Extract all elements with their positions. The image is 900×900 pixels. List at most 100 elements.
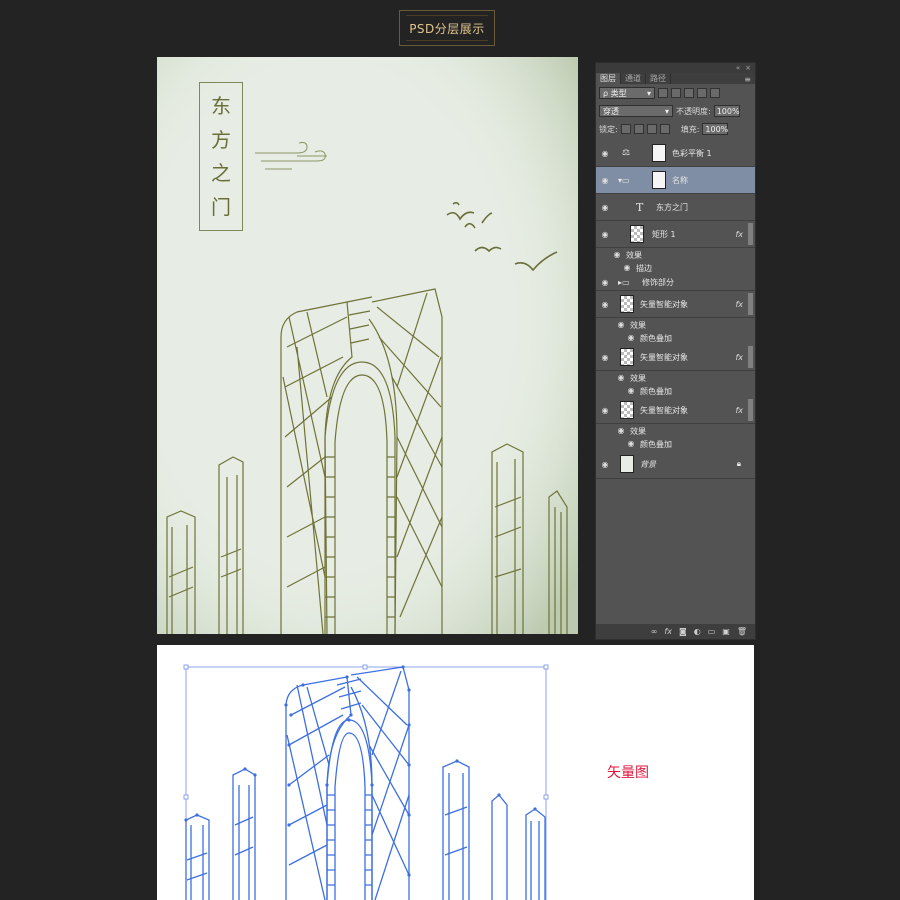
- pixel-filter-icon[interactable]: [658, 88, 668, 98]
- panel-tabs: 图层 通道 路径 ≡: [596, 73, 755, 84]
- layer-group-decor[interactable]: ◉ ▸▭ 修饰部分: [596, 274, 755, 291]
- close-icon[interactable]: ×: [745, 64, 751, 72]
- collapse-icon[interactable]: «: [736, 64, 740, 72]
- lock-transparent-icon[interactable]: [620, 124, 631, 134]
- adjustment-filter-icon[interactable]: [671, 88, 681, 98]
- effect-name: 颜色叠加: [640, 440, 672, 449]
- folder-icon: ▾▭: [618, 175, 630, 185]
- tab-channels[interactable]: 通道: [621, 73, 646, 84]
- balance-icon: ⚖: [622, 148, 631, 158]
- effects-row: ◉ 效果: [596, 248, 755, 261]
- smart-object-filter-icon[interactable]: [710, 88, 720, 98]
- layer-text[interactable]: ◉ T 东方之门: [596, 194, 755, 221]
- layer-name: 矢量智能对象: [640, 299, 688, 309]
- effect-overlay-row: ◉ 颜色叠加: [596, 437, 755, 450]
- fx-icon[interactable]: fx: [735, 406, 743, 415]
- lock-position-icon[interactable]: [646, 124, 657, 134]
- lock-image-icon[interactable]: [633, 124, 644, 134]
- scroll-thumb[interactable]: [748, 223, 753, 245]
- eye-icon[interactable]: ◉: [600, 149, 610, 158]
- layer-smart-object-3[interactable]: ◉ 矢量智能对象 fx: [596, 397, 755, 424]
- eye-icon[interactable]: ◉: [600, 176, 610, 185]
- new-layer-icon[interactable]: ▣: [722, 627, 730, 636]
- title-char-2: 方: [211, 127, 231, 152]
- eye-icon[interactable]: ◉: [616, 320, 626, 329]
- layer-thumbnail: [620, 455, 634, 473]
- eye-icon[interactable]: ◉: [622, 263, 632, 272]
- eye-icon[interactable]: ◉: [616, 373, 626, 382]
- eye-icon[interactable]: ◉: [600, 460, 610, 469]
- vector-building-paths: [185, 666, 546, 900]
- scroll-thumb[interactable]: [748, 399, 753, 421]
- eye-icon[interactable]: ◉: [626, 386, 636, 395]
- header-badge-text: PSD分层展示: [409, 21, 485, 36]
- lock-label: 锁定:: [599, 124, 618, 134]
- psd-layer-title: PSD分层展示: [399, 10, 495, 46]
- fill-label: 填充:: [680, 124, 700, 134]
- layer-name: 名称: [672, 175, 688, 185]
- mask-thumbnail: [652, 144, 666, 162]
- eye-icon[interactable]: ◉: [626, 439, 636, 448]
- layer-name: 色彩平衡 1: [672, 148, 712, 158]
- layer-filter-select[interactable]: ρ 类型 ▾: [599, 87, 655, 99]
- eye-icon[interactable]: ◉: [600, 353, 610, 362]
- effect-name: 颜色叠加: [640, 387, 672, 396]
- scroll-thumb[interactable]: [748, 293, 753, 315]
- poster-canvas: 东 方 之 门: [157, 57, 578, 634]
- tab-layers[interactable]: 图层: [596, 73, 621, 84]
- effect-name: 描边: [636, 264, 652, 273]
- panel-menu-icon[interactable]: ≡: [744, 75, 755, 84]
- chevron-down-icon: ▾: [664, 107, 669, 116]
- eye-icon[interactable]: ◉: [600, 278, 610, 287]
- fx-icon[interactable]: fx: [735, 230, 743, 239]
- fx-icon[interactable]: fx: [664, 627, 672, 636]
- title-char-1: 东: [211, 93, 231, 118]
- fill-input[interactable]: 100%: [702, 123, 729, 135]
- blend-mode-select[interactable]: 穿透 ▾: [599, 105, 673, 117]
- layer-smart-object-1[interactable]: ◉ 矢量智能对象 fx: [596, 291, 755, 318]
- folder-icon[interactable]: ▭: [708, 627, 716, 636]
- eye-icon[interactable]: ◉: [616, 426, 626, 435]
- effects-label: 效果: [630, 427, 646, 436]
- eye-icon[interactable]: ◉: [600, 203, 610, 212]
- layer-thumbnail: [620, 401, 634, 419]
- layer-group-name[interactable]: ◉ ▾▭ 名称: [596, 167, 755, 194]
- tab-paths[interactable]: 路径: [646, 73, 671, 84]
- fx-icon[interactable]: fx: [735, 300, 743, 309]
- link-icon[interactable]: ∞: [651, 627, 658, 636]
- eye-icon[interactable]: ◉: [626, 333, 636, 342]
- chevron-down-icon: ▾: [646, 89, 651, 98]
- fx-icon[interactable]: fx: [735, 353, 743, 362]
- layer-smart-object-2[interactable]: ◉ 矢量智能对象 fx: [596, 344, 755, 371]
- lock-all-icon[interactable]: [659, 124, 670, 134]
- eye-icon[interactable]: ◉: [612, 250, 622, 259]
- layer-list: ◉ ⚖ 色彩平衡 1 ◉ ▾▭ 名称 ◉ T 东方之门 ◉ 矩形 1 fx ◉ …: [596, 140, 755, 479]
- vector-preview: 矢量图: [157, 645, 754, 900]
- eye-icon[interactable]: ◉: [600, 230, 610, 239]
- layer-thumbnail: [620, 348, 634, 366]
- blend-mode-value: 穿透: [603, 107, 619, 116]
- opacity-input[interactable]: 100%: [713, 105, 740, 117]
- layer-thumbnail: [620, 295, 634, 313]
- layer-name: 矢量智能对象: [640, 352, 688, 362]
- eye-icon[interactable]: ◉: [600, 300, 610, 309]
- layer-background[interactable]: ◉ 背景 🔒︎: [596, 450, 755, 479]
- effects-row: ◉ 效果: [596, 424, 755, 437]
- effects-label: 效果: [630, 374, 646, 383]
- shape-filter-icon[interactable]: [697, 88, 707, 98]
- poster-title-box: 东 方 之 门: [199, 82, 243, 231]
- eye-icon[interactable]: ◉: [600, 406, 610, 415]
- layer-rectangle[interactable]: ◉ 矩形 1 fx: [596, 221, 755, 248]
- scroll-thumb[interactable]: [748, 346, 753, 368]
- layer-thumbnail: [630, 225, 644, 243]
- mask-icon[interactable]: ◙: [679, 627, 687, 636]
- type-filter-icon[interactable]: [684, 88, 694, 98]
- adjustment-icon[interactable]: ◐: [694, 627, 701, 636]
- effect-name: 颜色叠加: [640, 334, 672, 343]
- lock-icon: 🔒︎: [736, 459, 741, 468]
- layer-name: 东方之门: [656, 202, 688, 212]
- effect-stroke-row: ◉ 描边: [596, 261, 755, 274]
- layer-color-balance[interactable]: ◉ ⚖ 色彩平衡 1: [596, 140, 755, 167]
- effects-row: ◉ 效果: [596, 371, 755, 384]
- trash-icon[interactable]: 🗑︎: [737, 627, 747, 636]
